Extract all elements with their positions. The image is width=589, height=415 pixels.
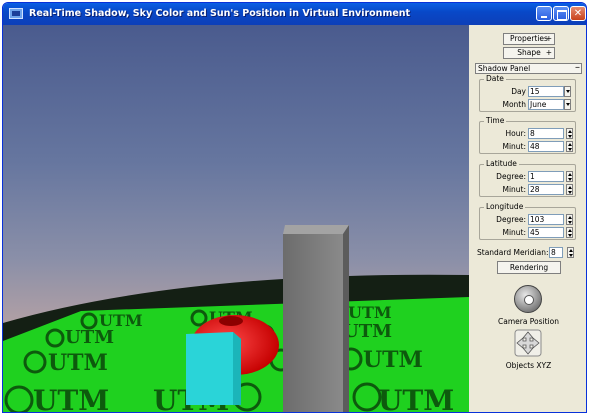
shape-rollout-button[interactable]: Shape + <box>503 47 555 59</box>
title-bar[interactable]: Real-Time Shadow, Sky Color and Sun's Po… <box>3 3 586 25</box>
latitude-degree-label: Degree: <box>496 172 526 181</box>
ground-text: UTM <box>48 350 108 376</box>
ground-text: UTM <box>65 327 114 348</box>
scene-canvas: UTM UTM UTM UTM UTM UTM UTM UTM UTM UTM <box>3 225 469 413</box>
ground-text: UTM <box>363 347 423 373</box>
hour-label: Hour: <box>505 129 526 138</box>
day-dropdown-arrow-icon[interactable] <box>564 86 571 97</box>
move-arrows-icon[interactable] <box>514 329 542 357</box>
app-icon <box>9 8 23 19</box>
day-label: Day <box>511 87 526 96</box>
longitude-minute-spinner-icon[interactable] <box>566 227 573 238</box>
expand-icon: + <box>545 34 552 43</box>
date-group-label: Date <box>484 74 506 83</box>
close-button[interactable]: ✕ <box>570 6 586 21</box>
longitude-minute-input[interactable]: 45 <box>528 227 564 238</box>
longitude-group: Longitude Degree: 103 Minut: 45 <box>479 202 576 240</box>
time-minute-spinner-icon[interactable] <box>566 141 573 152</box>
camera-position-label: Camera Position <box>497 317 560 326</box>
app-window: Real-Time Shadow, Sky Color and Sun's Po… <box>2 2 587 413</box>
minimize-button[interactable] <box>536 6 552 21</box>
properties-rollout-button[interactable]: Properties + <box>503 33 555 45</box>
longitude-degree-spinner-icon[interactable] <box>566 214 573 225</box>
maximize-button[interactable] <box>553 6 569 21</box>
torus-hole <box>219 316 243 326</box>
standard-meridian-input[interactable]: 8 <box>549 247 563 258</box>
month-label: Month <box>502 100 526 109</box>
camera-position-icon[interactable] <box>514 285 542 313</box>
ground-text: UTM <box>33 384 109 413</box>
latitude-minute-input[interactable]: 28 <box>528 184 564 195</box>
time-minute-label: Minut: <box>502 142 526 151</box>
hour-input[interactable]: 8 <box>528 128 564 139</box>
shadow-panel-label: Shadow Panel <box>478 64 531 73</box>
ground-text: UTM <box>343 321 392 342</box>
rendering-button[interactable]: Rendering <box>497 261 561 274</box>
longitude-group-label: Longitude <box>484 202 526 211</box>
latitude-degree-spinner-icon[interactable] <box>566 171 573 182</box>
shape-label: Shape <box>517 48 541 57</box>
window-title: Real-Time Shadow, Sky Color and Sun's Po… <box>29 8 411 19</box>
ground-text: UTM <box>348 303 392 322</box>
latitude-group-label: Latitude <box>484 159 519 168</box>
time-group-label: Time <box>484 116 507 125</box>
pillar-side <box>343 225 349 412</box>
latitude-degree-input[interactable]: 1 <box>528 171 564 182</box>
day-select[interactable]: 15 <box>528 86 564 97</box>
expand-icon: + <box>545 48 552 57</box>
ground-text: UTM <box>378 384 454 413</box>
control-panel: Properties + Shape + Shadow Panel – Date… <box>471 27 586 412</box>
date-group: Date Day 15 Month June <box>479 74 576 112</box>
time-minute-input[interactable]: 48 <box>528 141 564 152</box>
latitude-group: Latitude Degree: 1 Minut: 28 <box>479 159 576 197</box>
month-select[interactable]: June <box>528 99 564 110</box>
standard-meridian-label: Standard Meridian: <box>477 248 549 257</box>
latitude-minute-spinner-icon[interactable] <box>566 184 573 195</box>
month-dropdown-arrow-icon[interactable] <box>564 99 571 110</box>
pillar-top <box>283 225 349 234</box>
time-group: Time Hour: 8 Minut: 48 <box>479 116 576 154</box>
shadow-panel-header[interactable]: Shadow Panel – <box>475 63 582 74</box>
cube-object[interactable] <box>186 332 241 405</box>
3d-viewport[interactable]: UTM UTM UTM UTM UTM UTM UTM UTM UTM UTM <box>3 25 469 413</box>
hour-spinner-icon[interactable] <box>566 128 573 139</box>
latitude-minute-label: Minut: <box>502 185 526 194</box>
longitude-degree-label: Degree: <box>496 215 526 224</box>
longitude-minute-label: Minut: <box>502 228 526 237</box>
objects-xyz-label: Objects XYZ <box>505 361 552 370</box>
cube-side <box>233 332 241 405</box>
pillar-object[interactable] <box>283 234 343 413</box>
collapse-icon: – <box>575 62 580 73</box>
properties-label: Properties <box>510 34 548 43</box>
longitude-degree-input[interactable]: 103 <box>528 214 564 225</box>
standard-meridian-spinner-icon[interactable] <box>567 247 574 258</box>
